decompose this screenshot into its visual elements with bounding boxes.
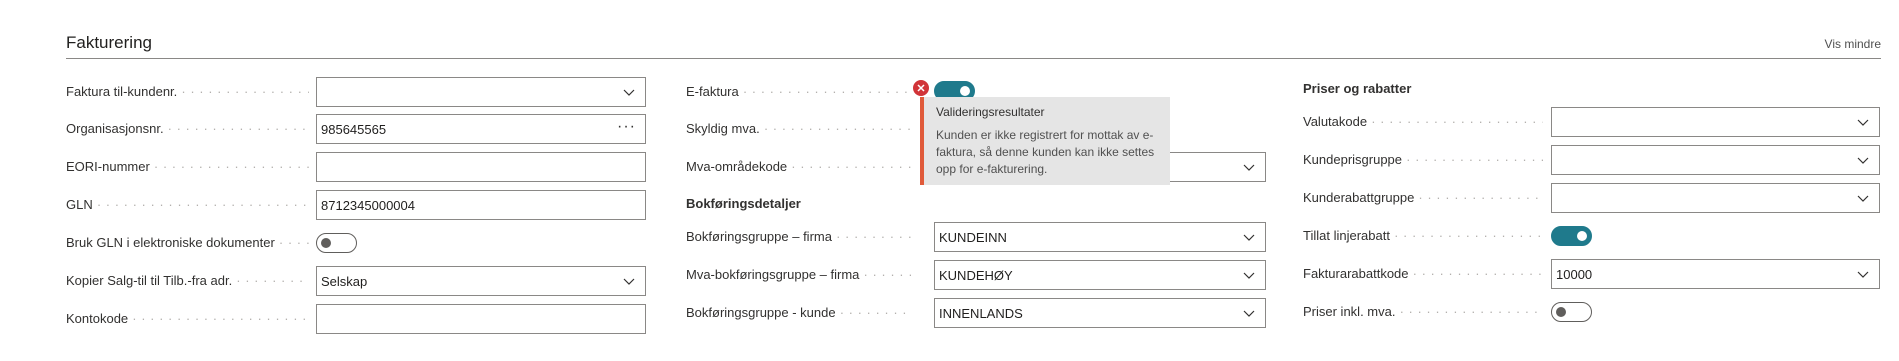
field-label: Bokføringsgruppe - kunde <box>686 305 911 320</box>
field-row-faktura-til: Faktura til-kundenr. <box>66 77 646 107</box>
kontokode-input[interactable] <box>316 304 646 334</box>
field-value: KUNDEINN <box>939 230 1007 245</box>
bokf-kunde-dropdown[interactable]: INNENLANDS <box>934 298 1266 328</box>
field-value: 985645565 <box>321 122 387 137</box>
field-label: Organisasjonsnr. <box>66 121 309 136</box>
chevron-down-icon <box>1243 164 1255 171</box>
toggle-knob <box>321 238 331 248</box>
field-label: Mva-områdekode <box>686 159 911 174</box>
bokf-firma-dropdown[interactable]: KUNDEINN <box>934 222 1266 252</box>
field-label: Kundeprisgruppe <box>1303 152 1543 167</box>
field-label: Tillat linjerabatt <box>1303 228 1543 243</box>
toggle-knob <box>1556 307 1566 317</box>
field-label: Kontokode <box>66 311 309 326</box>
field-row-bokf-firma: Bokføringsgruppe – firma KUNDEINN <box>686 222 1266 252</box>
section-title-bokforingsdetaljer: Bokføringsdetaljer <box>686 196 801 211</box>
more-options-icon[interactable]: ··· <box>617 118 636 136</box>
field-label: Kopier Salg-til til Tilb.-fra adr. <box>66 273 309 288</box>
field-row-gln: GLN 8712345000004 <box>66 190 646 220</box>
field-row-kopier: Kopier Salg-til til Tilb.-fra adr. Selsk… <box>66 266 646 296</box>
org-nr-field[interactable]: 985645565 ··· <box>316 114 646 144</box>
field-row-valutakode: Valutakode <box>1303 107 1880 137</box>
field-row-tillat-linjerabatt: Tillat linjerabatt <box>1303 221 1880 251</box>
field-row-fakturarabattkode: Fakturarabattkode 10000 <box>1303 259 1880 289</box>
field-row-bokf-kunde: Bokføringsgruppe - kunde INNENLANDS <box>686 298 1266 328</box>
field-label: Bruk GLN i elektroniske dokumenter <box>66 235 309 250</box>
field-label: Priser inkl. mva. <box>1303 304 1543 319</box>
show-less-link[interactable]: Vis mindre <box>1825 37 1881 51</box>
field-row-kundeprisgruppe: Kundeprisgruppe <box>1303 145 1880 175</box>
chevron-down-icon <box>1243 310 1255 317</box>
field-row-kontokode: Kontokode <box>66 304 646 334</box>
section-title-fakturering: Fakturering <box>66 33 152 52</box>
field-row-bruk-gln: Bruk GLN i elektroniske dokumenter <box>66 228 646 258</box>
kunderabattgruppe-dropdown[interactable] <box>1551 183 1880 213</box>
eori-input[interactable] <box>316 152 646 182</box>
field-label: GLN <box>66 197 309 212</box>
validation-tooltip: Valideringsresultater Kunden er ikke reg… <box>920 97 1170 185</box>
fakturarabattkode-dropdown[interactable]: 10000 <box>1551 259 1880 289</box>
chevron-down-icon <box>1857 195 1869 202</box>
field-row-org-nr: Organisasjonsnr. 985645565 ··· <box>66 114 646 144</box>
chevron-down-icon <box>1243 234 1255 241</box>
field-row-eori: EORI-nummer <box>66 152 646 182</box>
toggle-knob <box>960 86 970 96</box>
section-header: Fakturering Vis mindre <box>66 30 1881 59</box>
chevron-down-icon <box>1857 271 1869 278</box>
field-value: 8712345000004 <box>321 198 415 213</box>
tooltip-body: Kunden er ikke registrert for mottak av … <box>936 128 1155 176</box>
mva-bokf-firma-dropdown[interactable]: KUNDEHØY <box>934 260 1266 290</box>
field-label: Faktura til-kundenr. <box>66 84 309 99</box>
chevron-down-icon <box>623 89 635 96</box>
chevron-down-icon <box>1857 157 1869 164</box>
field-label: E-faktura <box>686 84 911 99</box>
chevron-down-icon <box>1243 272 1255 279</box>
priser-inkl-mva-toggle[interactable] <box>1551 302 1592 322</box>
bruk-gln-toggle[interactable] <box>316 233 357 253</box>
field-value: 10000 <box>1556 267 1593 282</box>
field-label: Fakturarabattkode <box>1303 266 1543 281</box>
chevron-down-icon <box>1857 119 1869 126</box>
field-label: Mva-bokføringsgruppe – firma <box>686 267 911 282</box>
error-icon[interactable] <box>913 80 929 96</box>
field-value: KUNDEHØY <box>939 268 1013 283</box>
faktura-til-dropdown[interactable] <box>316 77 646 107</box>
gln-input[interactable]: 8712345000004 <box>316 190 646 220</box>
tillat-linjerabatt-toggle[interactable] <box>1551 226 1592 246</box>
kopier-dropdown[interactable]: Selskap <box>316 266 646 296</box>
field-row-mva-bokf-firma: Mva-bokføringsgruppe – firma KUNDEHØY <box>686 260 1266 290</box>
field-row-kunderabattgruppe: Kunderabattgruppe <box>1303 183 1880 213</box>
field-label: Bokføringsgruppe – firma <box>686 229 911 244</box>
kundeprisgruppe-dropdown[interactable] <box>1551 145 1880 175</box>
field-row-priser-inkl-mva: Priser inkl. mva. <box>1303 297 1880 327</box>
toggle-knob <box>1577 231 1587 241</box>
tooltip-title: Valideringsresultater <box>936 105 1045 119</box>
field-label: Kunderabattgruppe <box>1303 190 1543 205</box>
field-value: Selskap <box>321 274 368 289</box>
field-label: Skyldig mva. <box>686 121 911 136</box>
field-label: Valutakode <box>1303 114 1543 129</box>
field-label: EORI-nummer <box>66 159 309 174</box>
chevron-down-icon <box>623 278 635 285</box>
field-value: INNENLANDS <box>939 306 1023 321</box>
valutakode-dropdown[interactable] <box>1551 107 1880 137</box>
section-title-priser-og-rabatter: Priser og rabatter <box>1303 81 1412 96</box>
